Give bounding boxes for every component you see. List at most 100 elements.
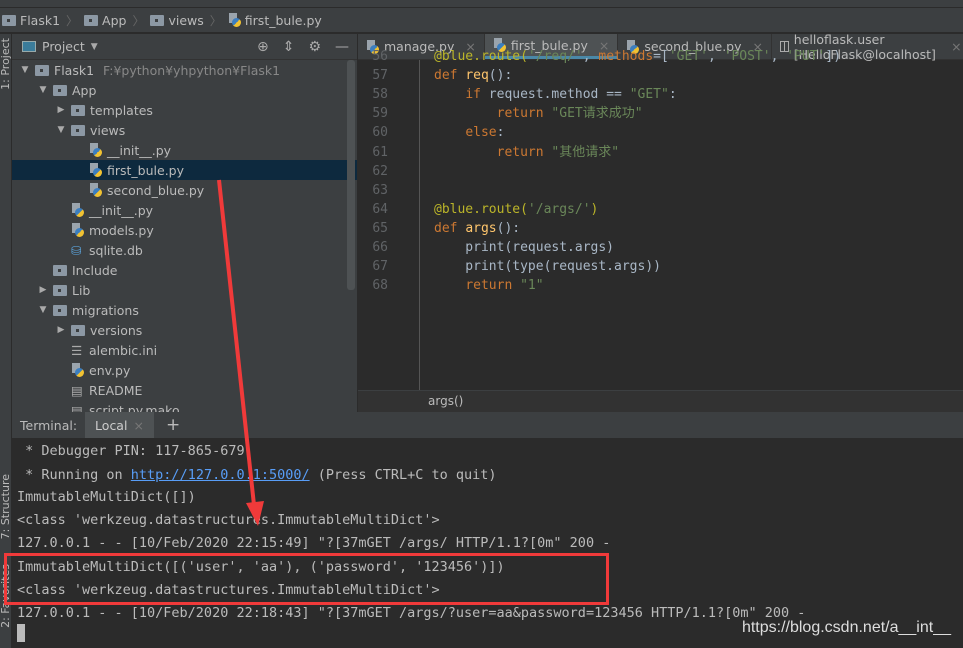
python-file-icon — [228, 13, 241, 27]
code-line[interactable]: 58 if request.method == "GET": — [366, 85, 963, 105]
tab-label: Local — [95, 417, 128, 433]
terminal-tab-local[interactable]: Local × — [85, 412, 154, 438]
code-line[interactable]: 68 return "1" — [366, 276, 963, 296]
tree-item[interactable]: __init__.py — [12, 140, 357, 160]
breadcrumb-item[interactable]: first_bule.py — [228, 13, 322, 28]
terminal-line: <class 'werkzeug.datastructures.Immutabl… — [17, 512, 440, 528]
terminal-text: 127.0.0.1 - - [10/Feb/2020 22:18:43] "?[… — [17, 605, 806, 621]
tree-item[interactable]: Include — [12, 260, 357, 280]
locate-icon[interactable]: ⊕ — [257, 39, 269, 55]
code-text: @blue.route('/req/', methods=['GET', 'PO… — [434, 49, 842, 64]
line-number: 67 — [372, 259, 388, 275]
line-number: 66 — [372, 240, 388, 255]
collapsed-arrow-icon[interactable]: ▶ — [56, 325, 66, 335]
code-line[interactable]: 59 return "GET请求成功" — [366, 104, 963, 124]
breadcrumb-label: Flask1 — [20, 12, 61, 28]
project-scrollbar[interactable] — [347, 60, 355, 290]
tree-item-path: F:¥python¥yhpython¥Flask1 — [103, 62, 281, 78]
breadcrumb-function[interactable]: args() — [428, 394, 463, 408]
terminal-text: * Debugger PIN: 117-865-679 — [17, 443, 245, 459]
line-number: 65 — [372, 220, 388, 236]
tree-item-label: migrations — [72, 302, 139, 318]
line-number: 68 — [372, 278, 388, 294]
folder-icon — [71, 124, 85, 136]
tree-item[interactable]: ⛁ sqlite.db — [12, 240, 357, 260]
close-icon[interactable]: × — [133, 418, 143, 433]
tree-item[interactable]: ▼ Flask1 F:¥python¥yhpython¥Flask1 — [12, 60, 357, 80]
terminal-text: <class 'werkzeug.datastructures.Immutabl… — [17, 512, 440, 528]
server-url-link[interactable]: http://127.0.0.1:5000/ — [131, 467, 310, 483]
tree-item[interactable]: models.py — [12, 220, 357, 240]
breadcrumb-item[interactable]: Flask1 — [2, 13, 60, 28]
line-number: 57 — [372, 68, 388, 84]
tree-item[interactable]: ▼ App — [12, 80, 357, 100]
project-panel-header: Project ▼ ⊕ ⇕ ⚙ — — [12, 34, 357, 60]
python-file-icon — [71, 203, 84, 217]
code-line[interactable]: 62 — [366, 162, 963, 182]
gear-icon[interactable]: ⚙ — [308, 39, 321, 55]
breadcrumb-label: views — [168, 12, 204, 28]
tree-item-label: second_blue.py — [107, 182, 205, 198]
code-line[interactable]: 67 print(type(request.args)) — [366, 257, 963, 277]
highlight-box-annotation — [4, 553, 609, 605]
chevron-right-icon: 〉 — [132, 13, 145, 28]
tree-item[interactable]: first_bule.py — [12, 160, 357, 180]
terminal-label: Terminal: — [20, 417, 78, 433]
expanded-arrow-icon[interactable]: ▼ — [38, 305, 48, 315]
line-number: 58 — [372, 87, 388, 103]
code-line[interactable]: 61 return "其他请求" — [366, 143, 963, 163]
line-number: 62 — [372, 163, 388, 179]
breadcrumb-item[interactable]: views — [150, 12, 204, 28]
tree-item[interactable]: ▤ README — [12, 380, 357, 400]
tree-item[interactable]: ▶ templates — [12, 100, 357, 120]
tree-item[interactable]: ☰ alembic.ini — [12, 340, 357, 360]
code-text: def req(): — [434, 68, 513, 84]
code-text: return "1" — [465, 278, 544, 294]
code-line[interactable]: 66 print(request.args) — [366, 238, 963, 258]
minimize-icon[interactable]: — — [335, 39, 349, 55]
tree-item[interactable]: second_blue.py — [12, 180, 357, 200]
terminal-line: * Debugger PIN: 117-865-679 — [17, 443, 245, 459]
python-file-icon — [89, 183, 102, 197]
gutter-divider — [419, 60, 420, 390]
tree-item-label: sqlite.db — [89, 242, 143, 258]
editor: manage.py × first_bule.py × second_blue.py × h… — [358, 32, 963, 412]
breadcrumb-item[interactable]: App — [84, 13, 126, 28]
collapse-all-icon[interactable]: ⇕ — [283, 39, 295, 55]
project-view-dropdown[interactable]: Project — [42, 39, 85, 54]
code-line[interactable]: 65 def args(): — [366, 219, 963, 239]
code-line[interactable]: 60 else: — [366, 123, 963, 143]
code-line[interactable]: 64 @blue.route('/args/') — [366, 200, 963, 220]
code-line[interactable]: 57 def req(): — [366, 66, 963, 86]
project-tree: ▼ Flask1 F:¥python¥yhpython¥Flask1 ▼ App ▶ tem… — [12, 60, 357, 420]
chevron-down-icon[interactable]: ▼ — [91, 42, 98, 52]
terminal-line: 127.0.0.1 - - [10/Feb/2020 22:15:49] "?[… — [17, 535, 610, 551]
folder-icon — [150, 14, 165, 26]
tree-item[interactable]: ▼ views — [12, 120, 357, 140]
code-line[interactable]: 56 @blue.route('/req/', methods=['GET', '… — [366, 47, 963, 67]
code-line[interactable]: 63 — [366, 181, 963, 201]
tree-item-label: versions — [90, 322, 143, 338]
tool-window-project[interactable]: 1: Project — [0, 38, 12, 90]
collapsed-arrow-icon[interactable]: ▶ — [38, 285, 48, 295]
terminal-output[interactable]: * Debugger PIN: 117-865-679 * Running on… — [12, 438, 963, 648]
collapsed-arrow-icon[interactable]: ▶ — [56, 105, 66, 115]
expanded-arrow-icon[interactable]: ▼ — [56, 125, 66, 135]
project-panel: Project ▼ ⊕ ⇕ ⚙ — ▼ Flask1 F:¥python¥yhpyt… — [12, 34, 357, 418]
tree-item[interactable]: ▶ Lib — [12, 280, 357, 300]
new-terminal-icon[interactable]: + — [166, 415, 180, 435]
tree-item[interactable]: ▶ versions — [12, 320, 357, 340]
editor-breadcrumb: args() — [358, 390, 963, 412]
tree-item[interactable]: env.py — [12, 360, 357, 380]
tree-item[interactable]: ▼ migrations — [12, 300, 357, 320]
folder-icon — [71, 104, 85, 116]
code-text: print(request.args) — [434, 240, 615, 255]
expanded-arrow-icon[interactable]: ▼ — [20, 65, 30, 75]
expanded-arrow-icon[interactable]: ▼ — [38, 85, 48, 95]
tool-window-structure[interactable]: 7: Structure — [0, 474, 12, 539]
folder-icon — [53, 284, 67, 296]
breadcrumb: Flask1 〉 App 〉 views 〉 first_bule.py — [0, 8, 963, 33]
terminal-line: * Running on http://127.0.0.1:5000/ (Pre… — [17, 467, 496, 483]
tree-item[interactable]: __init__.py — [12, 200, 357, 220]
folder-icon — [2, 14, 16, 26]
